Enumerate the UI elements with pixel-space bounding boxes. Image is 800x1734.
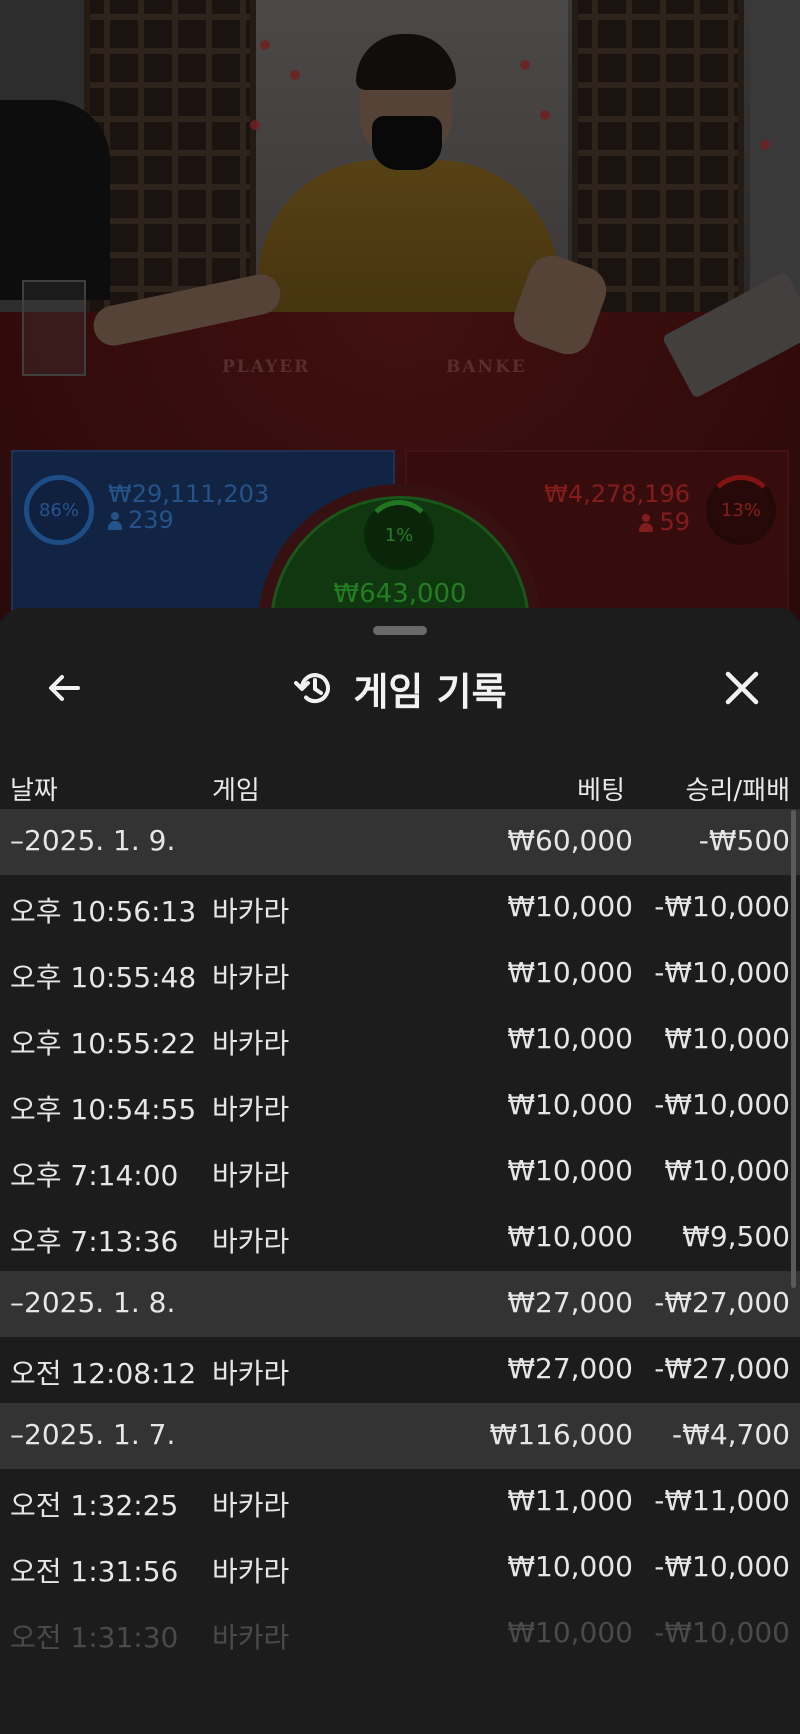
table-row[interactable]: 오후 10:55:48 바카라 ₩10,000 -₩10,000 <box>0 941 800 1007</box>
row-game: 바카라 <box>212 1027 290 1060</box>
row-bet: ₩10,000 <box>507 1022 633 1055</box>
row-time: 오후 7:14:00 <box>10 1159 179 1192</box>
scrollbar[interactable] <box>791 810 796 1288</box>
group-bet-total: ₩27,000 <box>507 1286 633 1319</box>
table-row[interactable]: 오후 7:14:00 바카라 ₩10,000 ₩10,000 <box>0 1139 800 1205</box>
row-time: 오후 10:55:48 <box>10 961 197 994</box>
row-bet: ₩10,000 <box>507 1220 633 1253</box>
column-bet: 베팅 <box>577 776 625 806</box>
row-win-loss: ₩10,000 <box>664 1154 790 1187</box>
column-date: 날짜 <box>10 776 58 806</box>
row-game: 바카라 <box>212 1621 290 1654</box>
table-row[interactable]: 오후 10:54:55 바카라 ₩10,000 -₩10,000 <box>0 1073 800 1139</box>
row-game: 바카라 <box>212 1357 290 1390</box>
row-bet: ₩27,000 <box>507 1352 633 1385</box>
sheet-title: 게임 기록 <box>353 669 507 714</box>
table-row[interactable]: 오전 1:31:30 바카라 ₩10,000 -₩10,000 <box>0 1601 800 1667</box>
row-win-loss: -₩10,000 <box>654 1616 790 1649</box>
row-game: 바카라 <box>212 1093 290 1126</box>
row-time: 오전 1:31:56 <box>10 1555 179 1588</box>
row-win-loss: -₩10,000 <box>654 890 790 923</box>
group-date: –2025. 1. 8. <box>10 1286 176 1319</box>
sheet-title-group: 게임 기록 <box>0 648 800 728</box>
row-time: 오후 10:56:13 <box>10 895 197 928</box>
row-win-loss: -₩27,000 <box>654 1352 790 1385</box>
group-win-loss-total: -₩4,700 <box>672 1418 790 1451</box>
sheet-header: 게임 기록 <box>0 648 800 728</box>
row-game: 바카라 <box>212 1489 290 1522</box>
row-game: 바카라 <box>212 895 290 928</box>
table-row[interactable]: 오전 12:08:12 바카라 ₩27,000 -₩27,000 <box>0 1337 800 1403</box>
table-row[interactable]: 오후 7:13:36 바카라 ₩10,000 ₩9,500 <box>0 1205 800 1271</box>
row-bet: ₩10,000 <box>507 890 633 923</box>
row-game: 바카라 <box>212 1555 290 1588</box>
close-icon <box>725 671 759 705</box>
date-group-header[interactable]: –2025. 1. 8. ₩27,000 -₩27,000 <box>0 1271 800 1337</box>
history-icon <box>293 666 337 710</box>
group-bet-total: ₩116,000 <box>489 1418 633 1451</box>
row-time: 오전 1:32:25 <box>10 1489 179 1522</box>
table-row[interactable]: 오후 10:56:13 바카라 ₩10,000 -₩10,000 <box>0 875 800 941</box>
row-game: 바카라 <box>212 1225 290 1258</box>
row-bet: ₩10,000 <box>507 1154 633 1187</box>
row-win-loss: -₩11,000 <box>654 1484 790 1517</box>
close-button[interactable] <box>714 660 770 716</box>
row-win-loss: -₩10,000 <box>654 956 790 989</box>
group-win-loss-total: -₩500 <box>698 824 790 857</box>
dim-overlay[interactable] <box>0 0 800 620</box>
row-time: 오전 1:31:30 <box>10 1621 179 1654</box>
row-game: 바카라 <box>212 1159 290 1192</box>
group-date: –2025. 1. 7. <box>10 1418 176 1451</box>
row-time: 오후 7:13:36 <box>10 1225 179 1258</box>
row-time: 오전 12:08:12 <box>10 1357 197 1390</box>
row-bet: ₩11,000 <box>507 1484 633 1517</box>
column-win-loss: 승리/패배 <box>685 776 790 806</box>
table-row[interactable]: 오후 10:55:22 바카라 ₩10,000 ₩10,000 <box>0 1007 800 1073</box>
group-bet-total: ₩60,000 <box>507 824 633 857</box>
sheet-drag-handle[interactable] <box>373 626 427 635</box>
history-list[interactable]: –2025. 1. 9. ₩60,000 -₩500 오후 10:56:13 바… <box>0 809 800 1667</box>
group-date: –2025. 1. 9. <box>10 824 176 857</box>
date-group-header[interactable]: –2025. 1. 7. ₩116,000 -₩4,700 <box>0 1403 800 1469</box>
group-win-loss-total: -₩27,000 <box>654 1286 790 1319</box>
row-bet: ₩10,000 <box>507 956 633 989</box>
row-time: 오후 10:54:55 <box>10 1093 197 1126</box>
row-game: 바카라 <box>212 961 290 994</box>
row-bet: ₩10,000 <box>507 1088 633 1121</box>
game-history-sheet: 게임 기록 날짜 게임 베팅 승리/패배 –2025. 1. 9. ₩60,00… <box>0 608 800 1734</box>
row-bet: ₩10,000 <box>507 1550 633 1583</box>
column-game: 게임 <box>212 776 260 806</box>
row-win-loss: -₩10,000 <box>654 1088 790 1121</box>
row-time: 오후 10:55:22 <box>10 1027 197 1060</box>
table-row[interactable]: 오전 1:31:56 바카라 ₩10,000 -₩10,000 <box>0 1535 800 1601</box>
row-win-loss: ₩9,500 <box>682 1220 790 1253</box>
row-win-loss: ₩10,000 <box>664 1022 790 1055</box>
table-header: 날짜 게임 베팅 승리/패배 <box>0 756 800 816</box>
row-bet: ₩10,000 <box>507 1616 633 1649</box>
table-row[interactable]: 오전 1:32:25 바카라 ₩11,000 -₩11,000 <box>0 1469 800 1535</box>
date-group-header[interactable]: –2025. 1. 9. ₩60,000 -₩500 <box>0 809 800 875</box>
row-win-loss: -₩10,000 <box>654 1550 790 1583</box>
